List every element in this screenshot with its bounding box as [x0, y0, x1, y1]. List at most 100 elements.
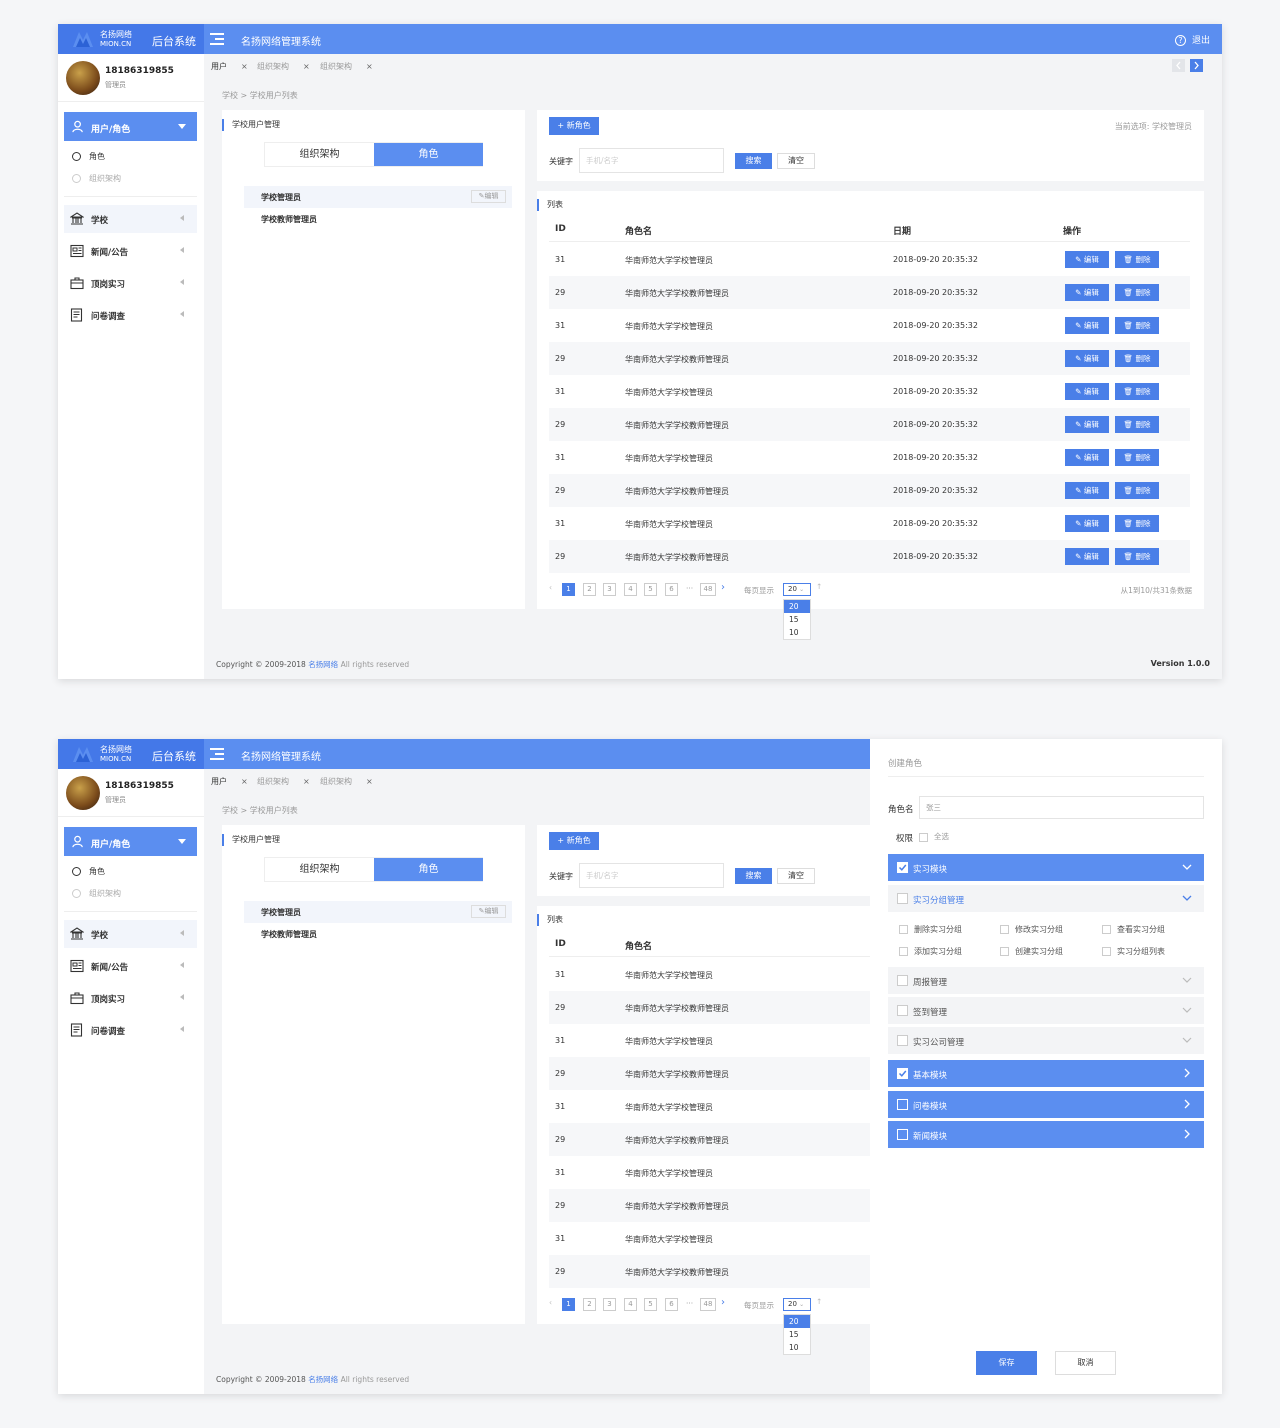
close-icon[interactable]: ×: [366, 62, 373, 71]
option-20[interactable]: 20: [784, 1315, 810, 1328]
module-survey[interactable]: 问卷模块: [888, 1091, 1204, 1118]
page-6[interactable]: 6: [665, 1298, 678, 1311]
avatar[interactable]: [66, 776, 100, 810]
edit-button[interactable]: ✎ 编辑: [1065, 284, 1109, 301]
nav-sub-org[interactable]: 组织架构: [72, 888, 121, 899]
delete-button[interactable]: 🗑 删除: [1115, 449, 1159, 466]
tab-org-1[interactable]: 组织架构 ×: [257, 61, 310, 72]
nav-sub-role[interactable]: 角色: [72, 151, 105, 162]
menu-toggle-icon[interactable]: [210, 748, 224, 760]
perm-view-group[interactable]: 查看实习分组: [1102, 924, 1165, 935]
page-3[interactable]: 3: [603, 1298, 616, 1311]
nav-user-role[interactable]: 用户/角色: [64, 827, 197, 856]
delete-button[interactable]: 🗑 删除: [1115, 284, 1159, 301]
page-4[interactable]: 4: [624, 583, 637, 596]
tab-next-icon[interactable]: [1190, 59, 1203, 72]
edit-button[interactable]: ✎ 编辑: [1065, 251, 1109, 268]
delete-button[interactable]: 🗑 删除: [1115, 548, 1159, 565]
nav-sub-role[interactable]: 角色: [72, 866, 105, 877]
per-page-select[interactable]: 20 ⌄: [783, 583, 811, 596]
page-1[interactable]: 1: [562, 583, 575, 596]
seg-role[interactable]: 角色: [374, 858, 483, 881]
edit-button[interactable]: ✎ 编辑: [1065, 416, 1109, 433]
edit-button[interactable]: ✎ 编辑: [1065, 317, 1109, 334]
search-button[interactable]: 搜索: [735, 868, 772, 884]
option-15[interactable]: 15: [784, 1328, 810, 1341]
edit-button[interactable]: ✎ 编辑: [1065, 350, 1109, 367]
edit-button[interactable]: ✎ 编辑: [1065, 383, 1109, 400]
nav-survey[interactable]: 问卷调查: [64, 1016, 197, 1044]
seg-org[interactable]: 组织架构: [265, 143, 374, 166]
nav-school[interactable]: 学校: [64, 920, 197, 948]
page-3[interactable]: 3: [603, 583, 616, 596]
module-internship[interactable]: 实习模块: [888, 854, 1204, 881]
close-icon[interactable]: ×: [366, 777, 373, 786]
clear-button[interactable]: 清空: [777, 153, 815, 169]
role-name-input[interactable]: 张三: [919, 796, 1204, 819]
module-company[interactable]: 实习公司管理: [888, 1027, 1204, 1054]
seg-org[interactable]: 组织架构: [265, 858, 374, 881]
search-button[interactable]: 搜索: [735, 153, 772, 169]
seg-role[interactable]: 角色: [374, 143, 483, 166]
module-checkin[interactable]: 签到管理: [888, 997, 1204, 1024]
tab-org-2[interactable]: 组织架构 ×: [320, 776, 373, 787]
clear-button[interactable]: 清空: [777, 868, 815, 884]
tab-org-1[interactable]: 组织架构 ×: [257, 776, 310, 787]
role-item[interactable]: 学校教师管理员: [244, 208, 512, 230]
tab-user[interactable]: 用户 ×: [211, 61, 248, 72]
keyword-input[interactable]: 手机/名字: [579, 863, 724, 888]
role-item[interactable]: 学校管理员 ✎编辑: [244, 186, 512, 208]
module-basic[interactable]: 基本模块: [888, 1060, 1204, 1087]
delete-button[interactable]: 🗑 删除: [1115, 317, 1159, 334]
perm-edit-group[interactable]: 修改实习分组: [1000, 924, 1063, 935]
nav-user-role[interactable]: 用户/角色: [64, 112, 197, 141]
edit-button[interactable]: ✎编辑: [471, 190, 506, 203]
edit-button[interactable]: ✎编辑: [471, 905, 506, 918]
new-role-button[interactable]: + 新角色: [549, 117, 599, 135]
perm-create-group[interactable]: 创建实习分组: [1000, 946, 1063, 957]
logo[interactable]: 名扬网络 MION.CN 后台系统: [58, 24, 204, 54]
menu-toggle-icon[interactable]: [210, 33, 224, 45]
page-last[interactable]: 48: [700, 583, 716, 596]
nav-news[interactable]: 新闻/公告: [64, 952, 197, 980]
option-10[interactable]: 10: [784, 1341, 810, 1354]
option-15[interactable]: 15: [784, 613, 810, 626]
nav-survey[interactable]: 问卷调查: [64, 301, 197, 329]
logo[interactable]: 名扬网络 MION.CN 后台系统: [58, 739, 204, 769]
page-4[interactable]: 4: [624, 1298, 637, 1311]
close-icon[interactable]: ×: [303, 62, 310, 71]
page-next-icon[interactable]: ›: [721, 1297, 725, 1308]
page-5[interactable]: 5: [644, 1298, 657, 1311]
close-icon[interactable]: ×: [303, 777, 310, 786]
delete-button[interactable]: 🗑 删除: [1115, 515, 1159, 532]
nav-news[interactable]: 新闻/公告: [64, 237, 197, 265]
save-button[interactable]: 保存: [976, 1351, 1037, 1375]
close-icon[interactable]: ×: [241, 62, 248, 71]
module-group-mgmt[interactable]: 实习分组管理: [888, 885, 1204, 912]
new-role-button[interactable]: + 新角色: [549, 832, 599, 850]
module-news[interactable]: 新闻模块: [888, 1121, 1204, 1148]
nav-internship[interactable]: 顶岗实习: [64, 269, 197, 297]
delete-button[interactable]: 🗑 删除: [1115, 416, 1159, 433]
page-prev-icon[interactable]: ‹: [549, 1298, 552, 1307]
delete-button[interactable]: 🗑 删除: [1115, 350, 1159, 367]
nav-sub-org[interactable]: 组织架构: [72, 173, 121, 184]
page-6[interactable]: 6: [665, 583, 678, 596]
page-2[interactable]: 2: [583, 1298, 596, 1311]
edit-button[interactable]: ✎ 编辑: [1065, 482, 1109, 499]
company-link[interactable]: 名扬网络: [308, 660, 338, 669]
module-weekly[interactable]: 周报管理: [888, 967, 1204, 994]
page-5[interactable]: 5: [644, 583, 657, 596]
select-all-checkbox[interactable]: 全选: [919, 831, 949, 842]
tab-prev-icon[interactable]: [1172, 59, 1185, 72]
tab-user[interactable]: 用户 ×: [211, 776, 248, 787]
cancel-button[interactable]: 取消: [1055, 1351, 1116, 1375]
delete-button[interactable]: 🗑 删除: [1115, 383, 1159, 400]
per-page-select[interactable]: 20 ⌄: [783, 1298, 811, 1311]
edit-button[interactable]: ✎ 编辑: [1065, 449, 1109, 466]
perm-list-group[interactable]: 实习分组列表: [1102, 946, 1165, 957]
page-prev-icon[interactable]: ‹: [549, 583, 552, 592]
role-item[interactable]: 学校教师管理员: [244, 923, 512, 945]
perm-add-group[interactable]: 添加实习分组: [899, 946, 962, 957]
delete-button[interactable]: 🗑 删除: [1115, 482, 1159, 499]
